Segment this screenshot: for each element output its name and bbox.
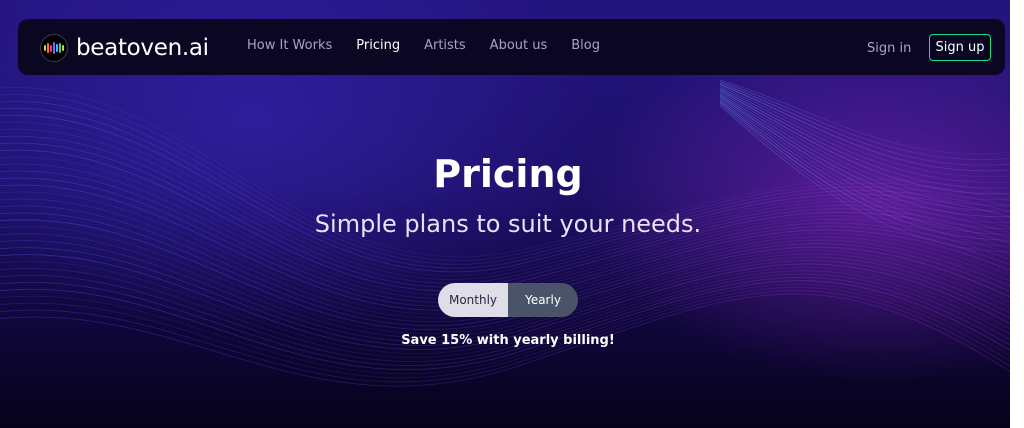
yearly-savings-note: Save 15% with yearly billing!: [401, 333, 615, 348]
page-title: Pricing: [433, 152, 583, 196]
page-subtitle: Simple plans to suit your needs.: [314, 210, 702, 238]
nav-link-artists[interactable]: Artists: [424, 38, 466, 53]
billing-period-toggle: Monthly Yearly: [438, 283, 578, 317]
brand-name: beatoven.ai: [76, 35, 209, 61]
sign-in-link[interactable]: Sign in: [867, 41, 911, 56]
primary-nav: How It Works Pricing Artists About us Bl…: [247, 38, 624, 53]
nav-link-about-us[interactable]: About us: [490, 38, 548, 53]
toggle-option-monthly[interactable]: Monthly: [438, 283, 508, 317]
brand-logo[interactable]: beatoven.ai: [40, 33, 209, 63]
nav-link-pricing[interactable]: Pricing: [356, 38, 400, 53]
toggle-option-yearly[interactable]: Yearly: [508, 283, 578, 317]
sign-up-button[interactable]: Sign up: [929, 34, 991, 61]
top-navbar: beatoven.ai How It Works Pricing Artists…: [18, 19, 1005, 75]
equalizer-bars-icon: [40, 34, 68, 62]
nav-link-blog[interactable]: Blog: [571, 38, 600, 53]
nav-link-how-it-works[interactable]: How It Works: [247, 38, 332, 53]
